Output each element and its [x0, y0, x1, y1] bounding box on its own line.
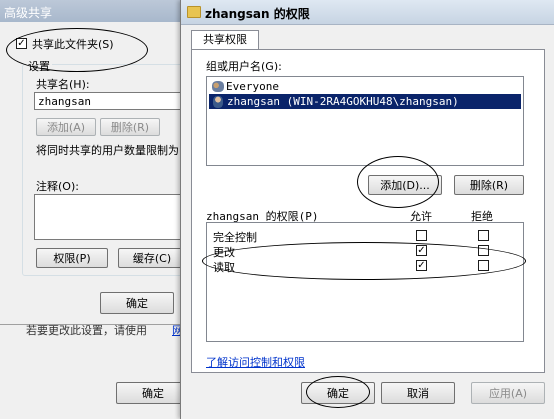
change-setting-text: 若要更改此设置，请使用 [26, 324, 147, 337]
share-name-field[interactable]: zhangsan [34, 92, 186, 110]
tab-share-permissions[interactable]: 共享权限 [191, 30, 259, 50]
deny-checkbox[interactable] [478, 230, 489, 241]
group-icon [212, 80, 224, 92]
user-row-everyone[interactable]: Everyone [209, 79, 521, 93]
perm-row-read: 读取 ✓ [207, 259, 523, 274]
access-control-link[interactable]: 了解访问控制和权限 [206, 354, 305, 370]
group-users-label: 组或用户名(G): [206, 60, 282, 73]
share-folder-label: 共享此文件夹(S) [32, 38, 114, 51]
user-limit-label: 将同时共享的用户数量限制为 [36, 144, 179, 157]
perm-name: 完全控制 [213, 231, 257, 244]
remove-user-button[interactable]: 删除(R) [454, 175, 524, 195]
permissions-ok-button[interactable]: 确定 [301, 382, 375, 404]
permissions-cancel-button[interactable]: 取消 [381, 382, 455, 404]
permissions-titlebar: zhangsan 的权限 [181, 0, 554, 25]
deny-checkbox[interactable] [478, 260, 489, 271]
permissions-title: zhangsan 的权限 [205, 7, 310, 21]
allow-checkbox[interactable]: ✓ [416, 245, 427, 256]
permissions-table: 完全控制 更改 ✓ 读取 ✓ [206, 222, 524, 342]
comment-label: 注释(O): [36, 180, 79, 193]
allow-checkbox[interactable] [416, 230, 427, 241]
perm-name: 更改 [213, 246, 235, 259]
tab-panel: 组或用户名(G): Everyone zhangsan (WIN-2RA4GOK… [191, 49, 545, 373]
add-share-button[interactable]: 添加(A) [36, 118, 96, 136]
cache-button[interactable]: 缓存(C) [118, 248, 186, 268]
user-row-zhangsan[interactable]: zhangsan (WIN-2RA4GOKHU48\zhangsan) [209, 94, 521, 109]
remove-share-button[interactable]: 删除(R) [100, 118, 160, 136]
perm-row-full-control: 完全控制 [207, 229, 523, 244]
settings-group-label: 设置 [26, 58, 52, 74]
users-list[interactable]: Everyone zhangsan (WIN-2RA4GOKHU48\zhang… [206, 76, 524, 166]
advanced-sharing-title: 高级共享 [4, 6, 53, 20]
permissions-apply-button[interactable]: 应用(A) [471, 382, 545, 404]
tab-share-permissions-label: 共享权限 [203, 33, 247, 46]
deny-checkbox[interactable] [478, 245, 489, 256]
share-folder-checkbox[interactable]: ✓ [16, 38, 27, 49]
perm-name: 读取 [213, 261, 235, 274]
perm-row-change: 更改 ✓ [207, 244, 523, 259]
permissions-button[interactable]: 权限(P) [36, 248, 108, 268]
allow-checkbox[interactable]: ✓ [416, 260, 427, 271]
folder-icon [187, 6, 201, 18]
advanced-sharing-ok-button[interactable]: 确定 [100, 292, 174, 314]
user-name: Everyone [226, 79, 279, 93]
permissions-dialog: zhangsan 的权限 共享权限 组或用户名(G): Everyone zha… [180, 0, 554, 419]
user-icon [213, 95, 223, 108]
advanced-sharing-titlebar: 高级共享 [0, 0, 200, 22]
folder-properties-ok-button[interactable]: 确定 [116, 382, 190, 404]
share-name-label: 共享名(H): [36, 78, 90, 91]
comment-field[interactable] [34, 194, 186, 240]
add-user-button[interactable]: 添加(D)... [368, 175, 442, 195]
advanced-sharing-dialog: ✓ 共享此文件夹(S) 设置 共享名(H): zhangsan 添加(A) 删除… [0, 22, 192, 325]
user-name: zhangsan (WIN-2RA4GOKHU48\zhangsan) [227, 95, 459, 108]
